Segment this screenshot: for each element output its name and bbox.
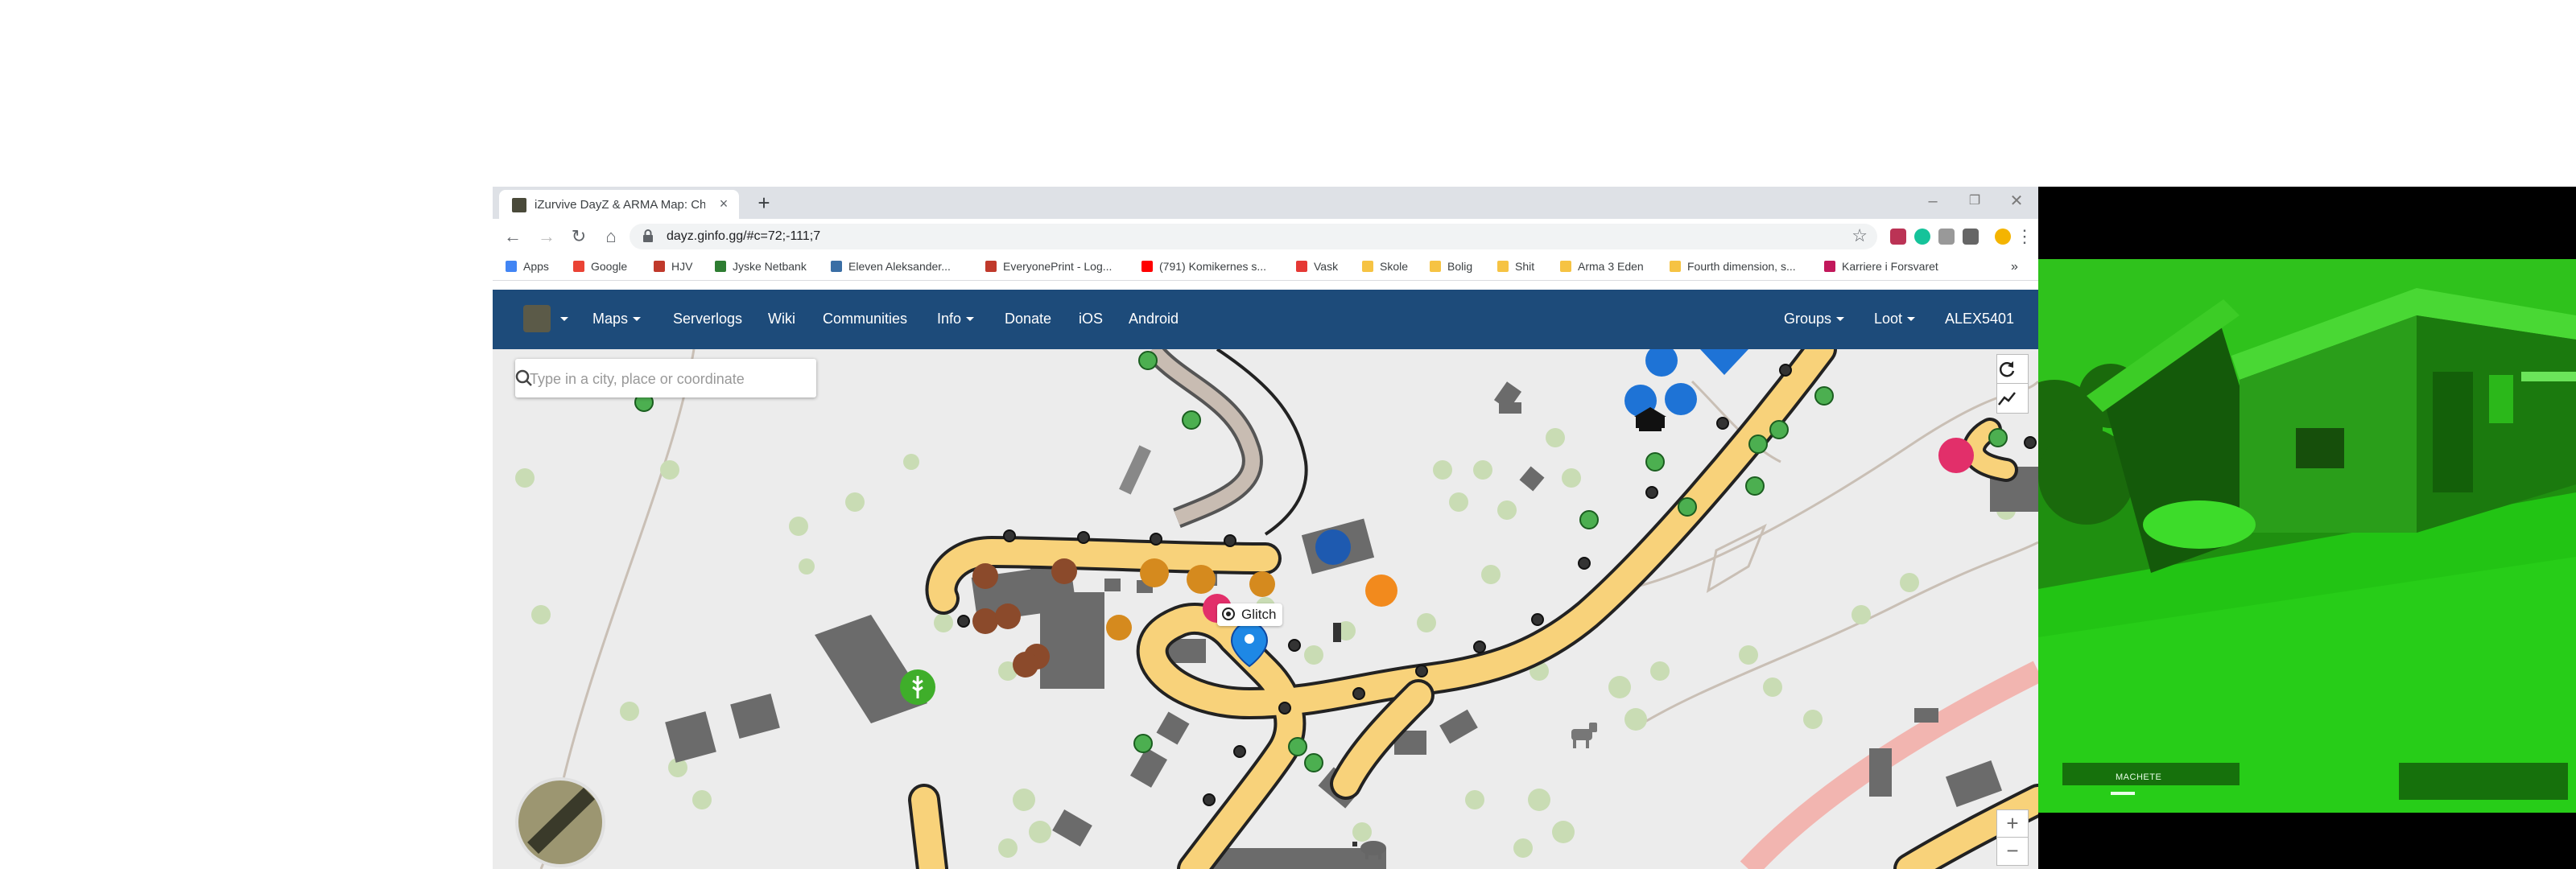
chevron-down-icon (966, 317, 975, 321)
folder-icon (1430, 261, 1441, 272)
search-box[interactable] (515, 359, 816, 397)
lectio-icon (831, 261, 842, 272)
equipped-weapon-label: MACHETE (2116, 772, 2162, 782)
nav-communities[interactable]: Communities (823, 311, 907, 327)
search-input[interactable] (528, 369, 773, 389)
maximize-icon[interactable]: ❐ (1956, 190, 1993, 212)
google-icon (573, 261, 584, 272)
logo-dropdown-icon[interactable] (560, 317, 568, 321)
target-icon (1222, 607, 1235, 620)
folder-icon (1560, 261, 1571, 272)
bookmarks-bar: Apps Google HJV Jyske Netbank Eleven Ale… (493, 254, 2038, 281)
nav-groups[interactable]: Groups (1784, 311, 1845, 327)
folder-icon (1670, 261, 1681, 272)
nav-info[interactable]: Info (937, 311, 975, 327)
army-icon (1824, 261, 1835, 272)
folder-icon (1362, 261, 1373, 272)
new-tab-button[interactable]: + (752, 192, 776, 216)
apps-icon (506, 261, 517, 272)
folder-icon (1497, 261, 1509, 272)
address-bar[interactable]: dayz.ginfo.gg/#c=72;-111;7 ☆ (630, 224, 1877, 249)
nav-android[interactable]: Android (1129, 311, 1179, 327)
chevron-down-icon (633, 317, 642, 321)
help-extension-icon[interactable] (1963, 229, 1979, 245)
minimize-icon[interactable]: – (1914, 190, 1951, 212)
print-icon (985, 261, 997, 272)
bookmark-folder[interactable]: Skole (1362, 260, 1408, 276)
nav-user[interactable]: ALEX5401 (1945, 311, 2014, 327)
chevron-down-icon (1836, 317, 1845, 321)
water-markers (1624, 349, 1748, 417)
nav-serverlogs[interactable]: Serverlogs (673, 311, 742, 327)
reload-icon[interactable]: ↻ (567, 224, 591, 249)
close-window-icon[interactable]: ✕ (1998, 190, 2035, 212)
profile-avatar-icon[interactable] (1995, 229, 2011, 245)
bookmark-item[interactable]: Karriere i Forsvaret (1824, 260, 1938, 276)
bookmarks-overflow-button[interactable]: » (2011, 260, 2018, 276)
back-icon[interactable]: ← (501, 224, 525, 249)
nav-loot[interactable]: Loot (1874, 311, 1916, 327)
browser-tab[interactable]: iZurvive DayZ & ARMA Map: Che × (499, 190, 739, 219)
browser-window: iZurvive DayZ & ARMA Map: Che × + – ❐ ✕ … (493, 187, 2038, 869)
night-vision-scene (2038, 187, 2576, 869)
bookmark-item[interactable]: Jyske Netbank (715, 260, 807, 276)
chevron-down-icon (1907, 317, 1916, 321)
menu-dots-icon[interactable]: ⋮ (2013, 224, 2037, 249)
bookmark-folder[interactable]: Shit (1497, 260, 1534, 276)
home-icon[interactable]: ⌂ (599, 224, 623, 249)
game-view: MACHETE (2038, 187, 2576, 869)
tab-title: iZurvive DayZ & ARMA Map: Che (535, 198, 705, 212)
nav-wiki[interactable]: Wiki (768, 311, 795, 327)
nav-donate[interactable]: Donate (1005, 311, 1051, 327)
pdf-extension-icon[interactable] (1890, 229, 1906, 245)
map-view[interactable]: + − Glitch (493, 349, 2038, 869)
bookmark-folder[interactable]: Fourth dimension, s... (1670, 260, 1796, 276)
youtube-icon (1141, 261, 1153, 272)
lock-icon (643, 229, 653, 242)
nav-maps[interactable]: Maps (592, 311, 642, 327)
browser-toolbar: ← → ↻ ⌂ dayz.ginfo.gg/#c=72;-111;7 ☆ ⋮ (493, 219, 2038, 254)
forward-icon[interactable]: → (535, 224, 559, 249)
tab-close-icon[interactable]: × (715, 195, 733, 212)
bookmark-folder[interactable]: Arma 3 Eden (1560, 260, 1644, 276)
bookmark-item[interactable]: Google (573, 260, 627, 276)
bookmark-star-icon[interactable]: ☆ (1852, 225, 1868, 246)
izurvive-logo-icon[interactable] (523, 305, 551, 332)
bookmark-item[interactable]: (791) Komikernes s... (1141, 260, 1266, 276)
zoom-out-button[interactable]: − (1996, 837, 2029, 866)
bookmark-item[interactable]: EveryonePrint - Log... (985, 260, 1112, 276)
bookmark-item[interactable]: Apps (506, 260, 549, 276)
extension-icon[interactable] (1938, 229, 1955, 245)
url-text: dayz.ginfo.gg/#c=72;-111;7 (667, 229, 821, 243)
wheat-icon[interactable] (900, 669, 935, 705)
grammarly-extension-icon[interactable] (1914, 229, 1930, 245)
trend-glyph (1998, 392, 2016, 406)
refresh-icon[interactable] (1996, 354, 2029, 385)
trend-icon[interactable] (1996, 383, 2029, 414)
bookmark-item[interactable]: HJV (654, 260, 692, 276)
site-navbar: Maps Serverlogs Wiki Communities Info Do… (493, 290, 2038, 349)
player-marker-label[interactable]: Glitch (1217, 603, 1283, 626)
zoom-in-button[interactable]: + (1996, 809, 2029, 838)
bookmark-item[interactable]: Vask (1296, 260, 1338, 276)
bank-icon (715, 261, 726, 272)
tab-strip: iZurvive DayZ & ARMA Map: Che × + – ❐ ✕ (493, 187, 2038, 219)
bookmark-folder[interactable]: Bolig (1430, 260, 1472, 276)
nav-ios[interactable]: iOS (1079, 311, 1103, 327)
refresh-glyph (1999, 361, 2015, 377)
bookmark-item[interactable]: Eleven Aleksander... (831, 260, 951, 276)
horse-icon[interactable] (1571, 723, 1597, 748)
laundry-icon (1296, 261, 1307, 272)
search-icon[interactable] (515, 369, 533, 387)
hjv-icon (654, 261, 665, 272)
site-favicon-icon (512, 198, 526, 212)
